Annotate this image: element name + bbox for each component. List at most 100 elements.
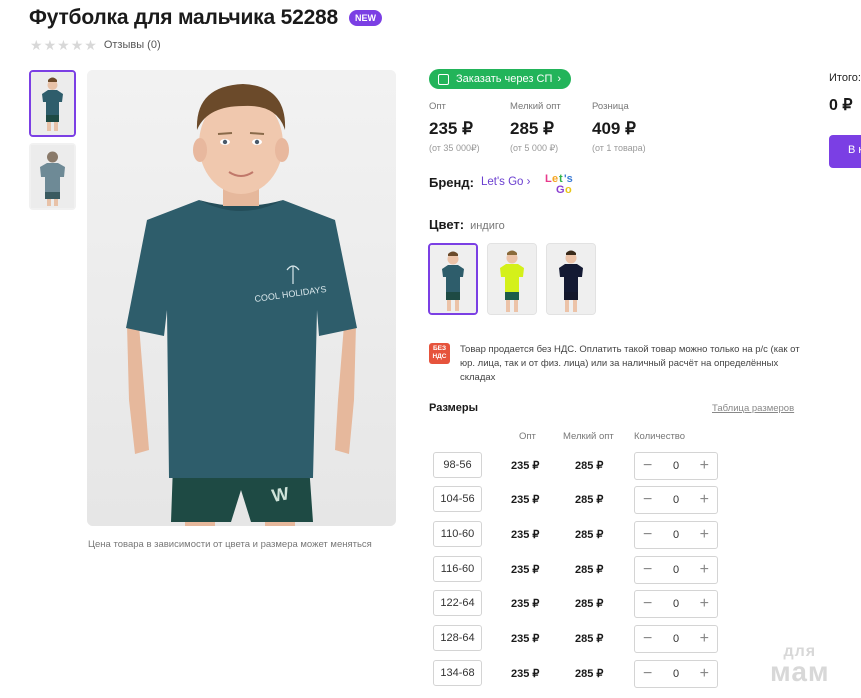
thumbnail-list bbox=[29, 70, 76, 216]
star-icon: ★ bbox=[84, 37, 97, 53]
size-row: 110-60 235 ₽ 285 ₽ − 0 + bbox=[433, 521, 723, 549]
price-small-opt: 285 ₽ bbox=[575, 494, 604, 506]
price-opt: 235 ₽ bbox=[511, 598, 540, 610]
price-opt: 235 ₽ bbox=[511, 564, 540, 576]
total-value: 0 ₽ bbox=[829, 97, 853, 114]
minus-button[interactable]: − bbox=[643, 492, 652, 508]
shopping-bag-icon bbox=[438, 73, 449, 85]
price-opt: 235 ₽ bbox=[511, 633, 540, 645]
order-via-sp-button[interactable]: Заказать через СП › bbox=[429, 69, 572, 89]
price-small-opt: 285 ₽ bbox=[575, 529, 604, 541]
brand-label: Бренд: bbox=[429, 174, 474, 190]
color-swatch-lime[interactable] bbox=[487, 243, 537, 315]
add-to-cart-button[interactable]: В корзину bbox=[829, 135, 861, 168]
order-button-label: Заказать через СП bbox=[456, 73, 553, 85]
quantity-stepper: − 0 + bbox=[634, 660, 718, 688]
plus-button[interactable]: + bbox=[700, 492, 709, 508]
minus-button[interactable]: − bbox=[643, 596, 652, 612]
minus-button[interactable]: − bbox=[643, 527, 652, 543]
quantity-input[interactable]: 0 bbox=[673, 668, 679, 680]
color-swatch-navy[interactable] bbox=[546, 243, 596, 315]
quantity-input[interactable]: 0 bbox=[673, 598, 679, 610]
color-swatch-indigo[interactable] bbox=[428, 243, 478, 315]
star-icon: ★ bbox=[57, 37, 70, 53]
boy-lime-icon bbox=[488, 244, 536, 314]
new-badge: NEW bbox=[349, 10, 383, 26]
star-icon: ★ bbox=[70, 37, 84, 53]
plus-button[interactable]: + bbox=[700, 631, 709, 647]
no-vat-icon: БЕЗ НДС bbox=[429, 343, 450, 364]
price-opt: 235 ₽ bbox=[511, 529, 540, 541]
plus-button[interactable]: + bbox=[700, 458, 709, 474]
price-label: Мелкий опт bbox=[510, 101, 561, 112]
size-row: 134-68 235 ₽ 285 ₽ − 0 + bbox=[433, 660, 723, 688]
price-note: (от 1 товара) bbox=[592, 143, 646, 153]
price-opt: 235 ₽ bbox=[511, 668, 540, 680]
total-label: Итого: bbox=[829, 72, 861, 84]
size-label: 122-64 bbox=[433, 590, 482, 616]
main-product-image[interactable]: W COOL HOLIDAYS bbox=[87, 70, 396, 526]
size-label: 128-64 bbox=[433, 625, 482, 651]
size-row: 122-64 235 ₽ 285 ₽ − 0 + bbox=[433, 590, 723, 618]
quantity-input[interactable]: 0 bbox=[673, 633, 679, 645]
quantity-input[interactable]: 0 bbox=[673, 494, 679, 506]
header-small-opt: Мелкий опт bbox=[563, 431, 614, 442]
price-label: Розница bbox=[592, 101, 629, 112]
boy-in-tshirt-photo: W COOL HOLIDAYS bbox=[87, 70, 396, 526]
svg-text:W: W bbox=[270, 483, 290, 506]
size-label: 104-56 bbox=[433, 486, 482, 512]
boy-indigo-icon bbox=[430, 245, 476, 313]
size-label: 110-60 bbox=[433, 521, 482, 547]
header-quantity: Количество bbox=[634, 431, 686, 442]
vat-note: Товар продается без НДС. Оплатить такой … bbox=[460, 344, 800, 383]
brand-link[interactable]: Let's Go › bbox=[481, 176, 531, 188]
quantity-input[interactable]: 0 bbox=[673, 529, 679, 541]
price-value: 409 ₽ bbox=[592, 119, 636, 138]
price-small-wholesale: Мелкий опт 285 ₽ (от 5 000 ₽) bbox=[510, 101, 561, 154]
plus-button[interactable]: + bbox=[700, 562, 709, 578]
quantity-stepper: − 0 + bbox=[634, 590, 718, 618]
price-small-opt: 285 ₽ bbox=[575, 460, 604, 472]
size-chart-link[interactable]: Таблица размеров bbox=[712, 403, 794, 414]
chevron-right-icon: › bbox=[557, 73, 562, 85]
plus-button[interactable]: + bbox=[700, 527, 709, 543]
watermark-logo: для мам bbox=[770, 643, 830, 687]
price-value: 235 ₽ bbox=[429, 119, 473, 138]
price-wholesale: Опт 235 ₽ (от 35 000₽) bbox=[429, 101, 480, 154]
price-small-opt: 285 ₽ bbox=[575, 633, 604, 645]
title-row: Футболка для мальчика 52288 NEW bbox=[29, 6, 383, 30]
quantity-stepper: − 0 + bbox=[634, 556, 718, 584]
minus-button[interactable]: − bbox=[643, 631, 652, 647]
minus-button[interactable]: − bbox=[643, 562, 652, 578]
header-opt: Опт bbox=[519, 431, 536, 442]
star-icon: ★ bbox=[30, 37, 43, 53]
quantity-stepper: − 0 + bbox=[634, 521, 718, 549]
quantity-input[interactable]: 0 bbox=[673, 460, 679, 472]
reviews-link[interactable]: Отзывы (0) bbox=[104, 39, 161, 51]
size-label: 98-56 bbox=[433, 452, 482, 478]
minus-button[interactable]: − bbox=[643, 458, 652, 474]
price-small-opt: 285 ₽ bbox=[575, 564, 604, 576]
plus-button[interactable]: + bbox=[700, 596, 709, 612]
price-opt: 235 ₽ bbox=[511, 460, 540, 472]
minus-button[interactable]: − bbox=[643, 666, 652, 682]
price-retail: Розница 409 ₽ (от 1 товара) bbox=[592, 101, 646, 153]
price-note: (от 35 000₽) bbox=[429, 143, 480, 153]
brand-logo-icon: L e t 's G o bbox=[545, 173, 573, 194]
price-small-opt: 285 ₽ bbox=[575, 668, 604, 680]
product-title: Футболка для мальчика 52288 bbox=[29, 6, 339, 29]
quantity-stepper: − 0 + bbox=[634, 625, 718, 653]
plus-button[interactable]: + bbox=[700, 666, 709, 682]
boy-back-photo-icon bbox=[31, 145, 74, 208]
svg-text:L: L bbox=[545, 173, 552, 185]
price-note: (от 5 000 ₽) bbox=[510, 143, 559, 153]
quantity-input[interactable]: 0 bbox=[673, 564, 679, 576]
size-row: 98-56 235 ₽ 285 ₽ − 0 + bbox=[433, 452, 723, 480]
thumbnail-front[interactable] bbox=[29, 70, 76, 137]
quantity-stepper: − 0 + bbox=[634, 452, 718, 480]
svg-text:o: o bbox=[565, 184, 572, 194]
rating-row[interactable]: ★ ★ ★ ★ ★ Отзывы (0) bbox=[30, 38, 161, 52]
price-caption: Цена товара в зависимости от цвета и раз… bbox=[88, 539, 372, 550]
thumbnail-back[interactable] bbox=[29, 143, 76, 210]
color-row: Цвет: индиго bbox=[429, 217, 505, 232]
